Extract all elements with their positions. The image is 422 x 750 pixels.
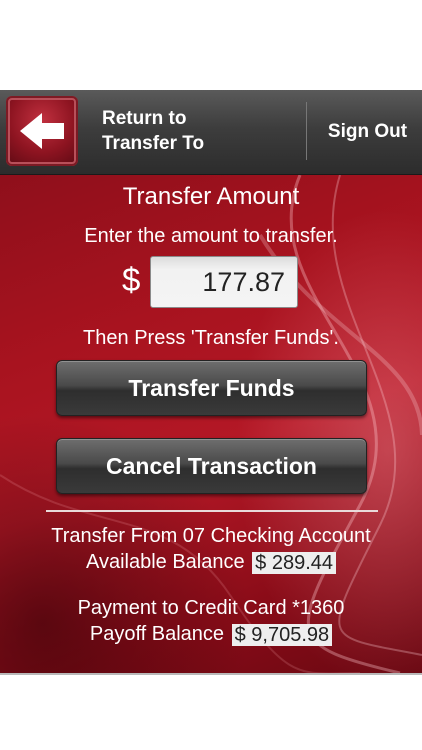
return-label-line1: Return to [102,108,187,129]
return-label-line2: Transfer To [102,133,205,154]
then-press-instruction: Then Press 'Transfer Funds'. [83,327,339,349]
section-divider [46,510,378,512]
return-to-transfer-link[interactable]: Return to Transfer To [102,106,292,156]
payoff-balance-row: Payoff Balance $ 9,705.98 [0,621,422,647]
available-balance-value: $ 289.44 [252,551,337,574]
amount-input[interactable]: 177.87 [150,256,298,308]
bottom-border [0,673,422,675]
currency-symbol: $ [122,261,141,298]
from-account-label: Transfer From 07 Checking Account [51,525,371,547]
transfer-funds-button[interactable]: Transfer Funds [56,360,367,416]
back-button[interactable] [6,96,78,166]
available-balance-label: Available Balance [85,551,245,573]
cancel-transaction-button[interactable]: Cancel Transaction [56,438,367,494]
payoff-balance-label: Payoff Balance [89,623,225,645]
amount-instruction: Enter the amount to transfer. [84,225,338,247]
to-account-label: Payment to Credit Card *1360 [77,597,345,619]
top-blank-area [0,0,422,90]
header-divider [306,102,307,160]
transfer-amount-title: Transfer Amount [122,183,300,210]
sign-out-button[interactable]: Sign Out [313,90,422,174]
transfer-panel: Transfer Amount Enter the amount to tran… [0,175,422,673]
payoff-balance-value: $ 9,705.98 [231,623,333,646]
top-bar: Return to Transfer To Sign Out [0,90,422,175]
back-arrow-icon [20,113,64,149]
available-balance-row: Available Balance $ 289.44 [0,549,422,575]
